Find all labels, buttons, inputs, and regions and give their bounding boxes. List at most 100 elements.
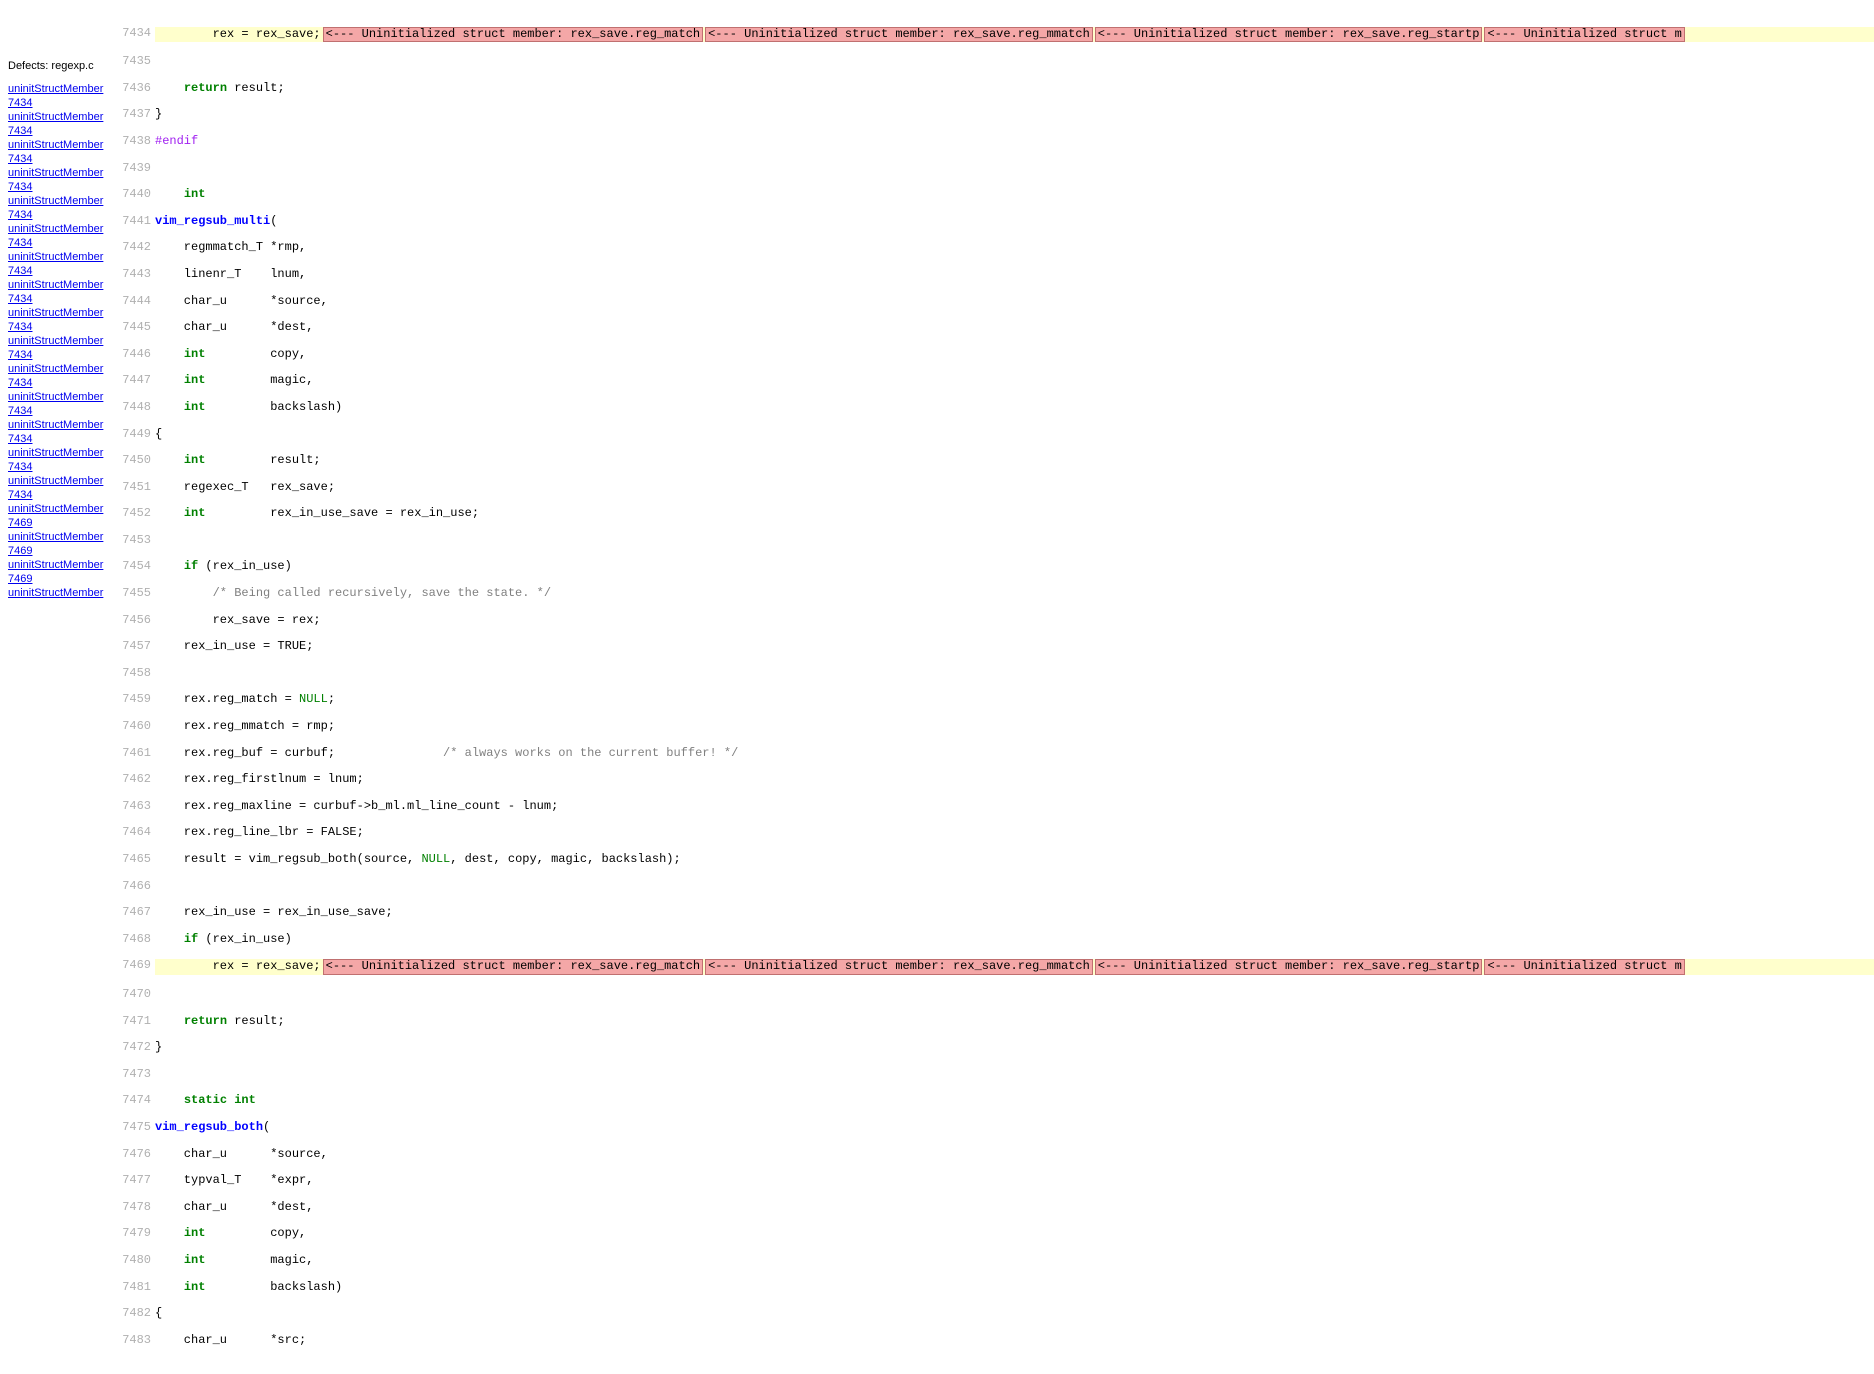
code-line: 7457 rex_in_use = TRUE; xyxy=(115,640,1874,653)
defect-link-line[interactable]: 7434 xyxy=(8,404,111,418)
code-line: 7447 int magic, xyxy=(115,374,1874,387)
code-line: 7476 char_u *source, xyxy=(115,1148,1874,1161)
line-number: 7446 xyxy=(115,348,155,361)
defect-link-line[interactable]: 7434 xyxy=(8,124,111,138)
code-content: vim_regsub_multi( xyxy=(155,215,1874,228)
defect-link-line[interactable]: 7434 xyxy=(8,320,111,334)
defect-link[interactable]: uninitStructMember xyxy=(8,530,111,544)
line-number: 7481 xyxy=(115,1281,155,1294)
code-line: 7458 xyxy=(115,667,1874,680)
code-content xyxy=(155,880,1874,893)
code-line: 7474 static int xyxy=(115,1094,1874,1107)
code-content xyxy=(155,55,1874,68)
defect-link[interactable]: uninitStructMember xyxy=(8,390,111,404)
code-line: 7478 char_u *dest, xyxy=(115,1201,1874,1214)
defect-link-line[interactable]: 7434 xyxy=(8,292,111,306)
error-annotation[interactable]: <--- Uninitialized struct m xyxy=(1484,27,1684,42)
line-number: 7480 xyxy=(115,1254,155,1267)
code-content: /* Being called recursively, save the st… xyxy=(155,587,1874,600)
defect-link-line[interactable]: 7434 xyxy=(8,208,111,222)
line-number: 7448 xyxy=(115,401,155,414)
defect-link-line[interactable]: 7434 xyxy=(8,152,111,166)
code-content: if (rex_in_use) xyxy=(155,933,1874,946)
error-annotation[interactable]: <--- Uninitialized struct member: rex_sa… xyxy=(1095,27,1483,42)
error-annotation[interactable]: <--- Uninitialized struct m xyxy=(1484,959,1684,974)
defect-link-line[interactable]: 7434 xyxy=(8,180,111,194)
line-number: 7476 xyxy=(115,1148,155,1161)
defect-link-line[interactable]: 7434 xyxy=(8,376,111,390)
code-content: linenr_T lnum, xyxy=(155,268,1874,281)
defect-link-line[interactable]: 7469 xyxy=(8,572,111,586)
defect-link[interactable]: uninitStructMember xyxy=(8,306,111,320)
code-content: #endif xyxy=(155,135,1874,148)
code-line: 7450 int result; xyxy=(115,454,1874,467)
defect-link[interactable]: uninitStructMember xyxy=(8,474,111,488)
defect-link[interactable]: uninitStructMember xyxy=(8,334,111,348)
defect-link[interactable]: uninitStructMember xyxy=(8,502,111,516)
code-line: 7462 rex.reg_firstlnum = lnum; xyxy=(115,773,1874,786)
code-content: int xyxy=(155,188,1874,201)
code-content: int magic, xyxy=(155,374,1874,387)
line-number: 7436 xyxy=(115,82,155,95)
line-number: 7470 xyxy=(115,988,155,1001)
code-line: 7449{ xyxy=(115,428,1874,441)
line-number: 7445 xyxy=(115,321,155,334)
defect-link[interactable]: uninitStructMember xyxy=(8,446,111,460)
code-line: 7452 int rex_in_use_save = rex_in_use; xyxy=(115,507,1874,520)
code-line: 7465 result = vim_regsub_both(source, NU… xyxy=(115,853,1874,866)
defect-link[interactable]: uninitStructMember xyxy=(8,166,111,180)
code-line: 7461 rex.reg_buf = curbuf; /* always wor… xyxy=(115,747,1874,760)
line-number: 7465 xyxy=(115,853,155,866)
defect-link-line[interactable]: 7434 xyxy=(8,488,111,502)
defect-link[interactable]: uninitStructMember xyxy=(8,82,111,96)
defect-link[interactable]: uninitStructMember xyxy=(8,194,111,208)
defect-link[interactable]: uninitStructMember xyxy=(8,418,111,432)
code-line: 7468 if (rex_in_use) xyxy=(115,933,1874,946)
defect-link[interactable]: uninitStructMember xyxy=(8,110,111,124)
line-number: 7482 xyxy=(115,1307,155,1320)
error-annotation[interactable]: <--- Uninitialized struct member: rex_sa… xyxy=(1095,959,1483,974)
defect-link[interactable]: uninitStructMember xyxy=(8,222,111,236)
defect-link-line[interactable]: 7434 xyxy=(8,460,111,474)
code-line: 7448 int backslash) xyxy=(115,401,1874,414)
defect-link-line[interactable]: 7469 xyxy=(8,516,111,530)
code-area[interactable]: 7434 rex = rex_save;<--- Uninitialized s… xyxy=(115,0,1874,1374)
defect-link-line[interactable]: 7434 xyxy=(8,264,111,278)
code-content: rex_in_use = rex_in_use_save; xyxy=(155,906,1874,919)
line-number: 7455 xyxy=(115,587,155,600)
defect-link[interactable]: uninitStructMember xyxy=(8,138,111,152)
code-content xyxy=(155,162,1874,175)
defect-link-line[interactable]: 7434 xyxy=(8,236,111,250)
line-number: 7458 xyxy=(115,667,155,680)
defect-link-line[interactable]: 7469 xyxy=(8,544,111,558)
defect-link[interactable]: uninitStructMember xyxy=(8,362,111,376)
code-content xyxy=(155,1068,1874,1081)
code-content: int copy, xyxy=(155,348,1874,361)
error-annotation[interactable]: <--- Uninitialized struct member: rex_sa… xyxy=(323,27,703,42)
line-number: 7471 xyxy=(115,1015,155,1028)
code-content xyxy=(155,667,1874,680)
error-annotation[interactable]: <--- Uninitialized struct member: rex_sa… xyxy=(323,959,703,974)
line-number: 7460 xyxy=(115,720,155,733)
error-annotation[interactable]: <--- Uninitialized struct member: rex_sa… xyxy=(705,959,1093,974)
code-line: 7459 rex.reg_match = NULL; xyxy=(115,693,1874,706)
error-annotation[interactable]: <--- Uninitialized struct member: rex_sa… xyxy=(705,27,1093,42)
defect-link-line[interactable]: 7434 xyxy=(8,348,111,362)
line-number: 7452 xyxy=(115,507,155,520)
line-number: 7473 xyxy=(115,1068,155,1081)
line-number: 7459 xyxy=(115,693,155,706)
code-content: rex = rex_save;<--- Uninitialized struct… xyxy=(155,27,1874,42)
code-content: rex.reg_match = NULL; xyxy=(155,693,1874,706)
defect-link[interactable]: uninitStructMember xyxy=(8,586,111,600)
code-content: rex.reg_mmatch = rmp; xyxy=(155,720,1874,733)
line-number: 7438 xyxy=(115,135,155,148)
defect-link[interactable]: uninitStructMember xyxy=(8,250,111,264)
defect-link-line[interactable]: 7434 xyxy=(8,96,111,110)
defect-link-line[interactable]: 7434 xyxy=(8,432,111,446)
defect-link[interactable]: uninitStructMember xyxy=(8,278,111,292)
code-content: result = vim_regsub_both(source, NULL, d… xyxy=(155,853,1874,866)
line-number: 7475 xyxy=(115,1121,155,1134)
code-line: 7438#endif xyxy=(115,135,1874,148)
defect-link[interactable]: uninitStructMember xyxy=(8,558,111,572)
code-content: rex.reg_buf = curbuf; /* always works on… xyxy=(155,747,1874,760)
